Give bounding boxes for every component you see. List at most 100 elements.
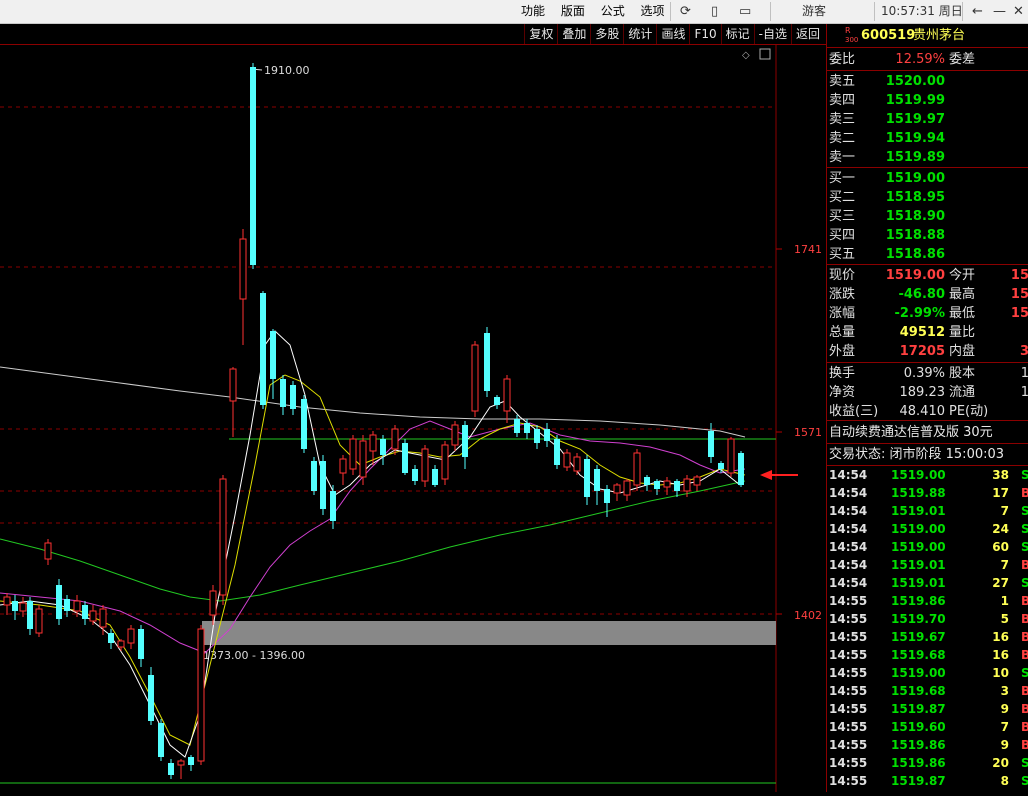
candle-body[interactable] (451, 424, 459, 446)
candle-body[interactable] (82, 605, 88, 619)
candle-body[interactable] (35, 608, 43, 634)
candle-body[interactable] (260, 293, 266, 405)
back-arrow-icon[interactable]: ← (972, 0, 983, 23)
stock-name[interactable]: 贵州茅台 (913, 26, 965, 45)
candle-body[interactable] (534, 429, 540, 443)
candle-body[interactable] (219, 478, 227, 596)
candle-body[interactable] (718, 463, 724, 469)
bid-row[interactable]: 买一 1519.00 (829, 169, 1028, 188)
candle-body[interactable] (138, 629, 144, 659)
minimize-icon[interactable]: — (993, 0, 1006, 23)
candle-body[interactable] (623, 480, 631, 496)
candle-body[interactable] (412, 469, 418, 481)
candle-body[interactable] (421, 448, 429, 482)
ask-row[interactable]: 卖四 1519.99 (829, 91, 1028, 110)
candle-body[interactable] (633, 452, 641, 486)
screen-icon[interactable]: ▭ (739, 0, 751, 23)
candle-body[interactable] (270, 331, 276, 379)
candle-body[interactable] (573, 456, 581, 472)
candle-body[interactable] (462, 425, 468, 457)
candle-body[interactable] (301, 399, 307, 449)
btn-remove-watchlist[interactable]: -自选 (753, 24, 791, 44)
candle-body[interactable] (19, 602, 27, 612)
ask-row[interactable]: 卖一 1519.89 (829, 148, 1028, 167)
candle-body[interactable] (64, 599, 70, 611)
candle-body[interactable] (654, 481, 660, 489)
candle-body[interactable] (280, 379, 286, 407)
stock-code[interactable]: 600519 (861, 26, 915, 45)
ad-banner[interactable]: 自动续费通达信普及版 30元 (829, 423, 1028, 442)
candle-body[interactable] (158, 723, 164, 757)
btn-fuquan[interactable]: 复权 (524, 24, 557, 44)
candle-body[interactable] (89, 610, 97, 622)
candle-body[interactable] (250, 67, 256, 265)
candle-body[interactable] (117, 640, 125, 648)
candle-body[interactable] (604, 489, 610, 503)
candle-body[interactable] (613, 484, 621, 494)
candle-body[interactable] (727, 438, 735, 474)
diamond-icon[interactable]: ◇ (742, 50, 750, 61)
candle-body[interactable] (197, 628, 205, 762)
candle-body[interactable] (514, 419, 520, 433)
candle-body[interactable] (708, 431, 714, 457)
candle-body[interactable] (544, 429, 550, 441)
candle-body[interactable] (320, 461, 326, 509)
candle-body[interactable] (494, 397, 500, 405)
candle-body[interactable] (380, 439, 386, 455)
bid-row[interactable]: 买五 1518.86 (829, 245, 1028, 264)
candle-body[interactable] (3, 596, 11, 606)
candle-body[interactable] (229, 368, 237, 402)
candle-body[interactable] (27, 601, 33, 629)
candle-body[interactable] (148, 675, 154, 721)
ask-row[interactable]: 卖二 1519.94 (829, 129, 1028, 148)
expand-icon[interactable] (759, 48, 771, 60)
menu-layout[interactable]: 版面 (561, 4, 585, 18)
candle-body[interactable] (738, 453, 744, 485)
menu-options[interactable]: 选项 (641, 4, 665, 18)
candle-body[interactable] (73, 600, 81, 612)
bid-row[interactable]: 买四 1518.88 (829, 226, 1028, 245)
candle-body[interactable] (644, 477, 650, 485)
candle-body[interactable] (402, 443, 408, 473)
bid-row[interactable]: 买二 1518.95 (829, 188, 1028, 207)
btn-draw-line[interactable]: 画线 (656, 24, 689, 44)
candle-body[interactable] (108, 633, 114, 643)
candle-body[interactable] (44, 542, 52, 560)
bid-row[interactable]: 买三 1518.90 (829, 207, 1028, 226)
menu-function[interactable]: 功能 (521, 4, 545, 18)
candle-body[interactable] (239, 238, 247, 300)
candle-body[interactable] (209, 590, 217, 616)
candle-body[interactable] (127, 628, 135, 644)
btn-f10[interactable]: F10 (689, 24, 720, 44)
candle-body[interactable] (471, 344, 479, 412)
guest-label[interactable]: 游客 (802, 0, 826, 23)
candle-body[interactable] (330, 491, 336, 521)
candle-body[interactable] (674, 481, 680, 491)
candle-body[interactable] (12, 601, 18, 611)
candle-body[interactable] (441, 444, 449, 480)
kline-chart[interactable]: 1741 1571 1402 ◇ 1373.00 - 1396.00 1910.… (0, 45, 826, 792)
candle-body[interactable] (359, 440, 367, 478)
candle-body[interactable] (554, 439, 560, 465)
ask-row[interactable]: 卖三 1519.97 (829, 110, 1028, 129)
candle-body[interactable] (663, 480, 671, 488)
candle-body[interactable] (168, 763, 174, 775)
candle-body[interactable] (484, 333, 490, 391)
btn-back[interactable]: 返回 (790, 24, 824, 44)
menu-formula[interactable]: 公式 (601, 4, 625, 18)
candle-body[interactable] (683, 478, 691, 492)
candle-body[interactable] (188, 757, 194, 765)
candle-body[interactable] (391, 428, 399, 450)
ask-row[interactable]: 卖五 1520.00 (829, 72, 1028, 91)
candle-body[interactable] (311, 461, 317, 491)
candle-body[interactable] (432, 469, 438, 485)
btn-overlay[interactable]: 叠加 (557, 24, 590, 44)
candle-body[interactable] (584, 459, 590, 497)
candle-body[interactable] (594, 469, 600, 491)
candle-body[interactable] (290, 385, 296, 409)
phone-icon[interactable]: ▯ (711, 0, 718, 23)
candle-body[interactable] (503, 378, 511, 412)
btn-stats[interactable]: 统计 (623, 24, 656, 44)
candle-body[interactable] (349, 438, 357, 470)
candle-body[interactable] (99, 608, 107, 628)
